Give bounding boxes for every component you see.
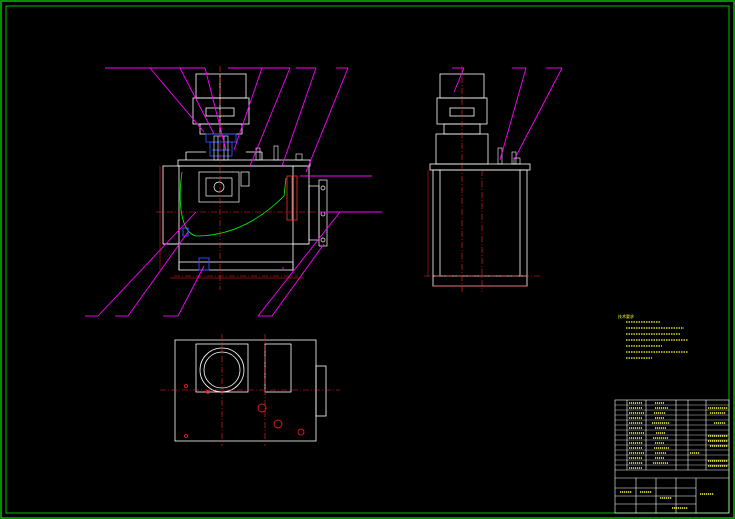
side-tank <box>429 163 531 287</box>
notes-lines <box>626 321 688 359</box>
sheet-border <box>0 0 735 519</box>
title-block <box>614 399 730 514</box>
front-side-flange <box>308 179 328 247</box>
front-valve-block <box>198 171 250 203</box>
cad-drawing-canvas: 技术要求 <box>0 0 735 519</box>
side-centerlines <box>424 66 540 292</box>
front-centerlines <box>156 66 318 290</box>
top-ports <box>184 384 305 438</box>
side-dimensions <box>427 170 527 287</box>
front-view <box>85 66 382 317</box>
top-view <box>160 334 340 446</box>
front-motor <box>192 73 250 135</box>
side-leaders <box>452 67 563 161</box>
front-drain <box>198 257 210 271</box>
front-fittings <box>255 145 303 161</box>
front-level-gauge <box>286 175 298 221</box>
front-pump <box>205 133 237 157</box>
side-view <box>424 66 563 292</box>
front-top-plate <box>177 151 311 167</box>
notes-title: 技术要求 <box>618 313 634 319</box>
front-leaders <box>85 67 382 317</box>
technical-notes: 技术要求 <box>618 313 688 359</box>
front-return-pipe <box>179 171 287 237</box>
top-centerlines <box>160 334 340 446</box>
top-tank <box>174 339 327 442</box>
parts-list-rows <box>615 404 729 466</box>
